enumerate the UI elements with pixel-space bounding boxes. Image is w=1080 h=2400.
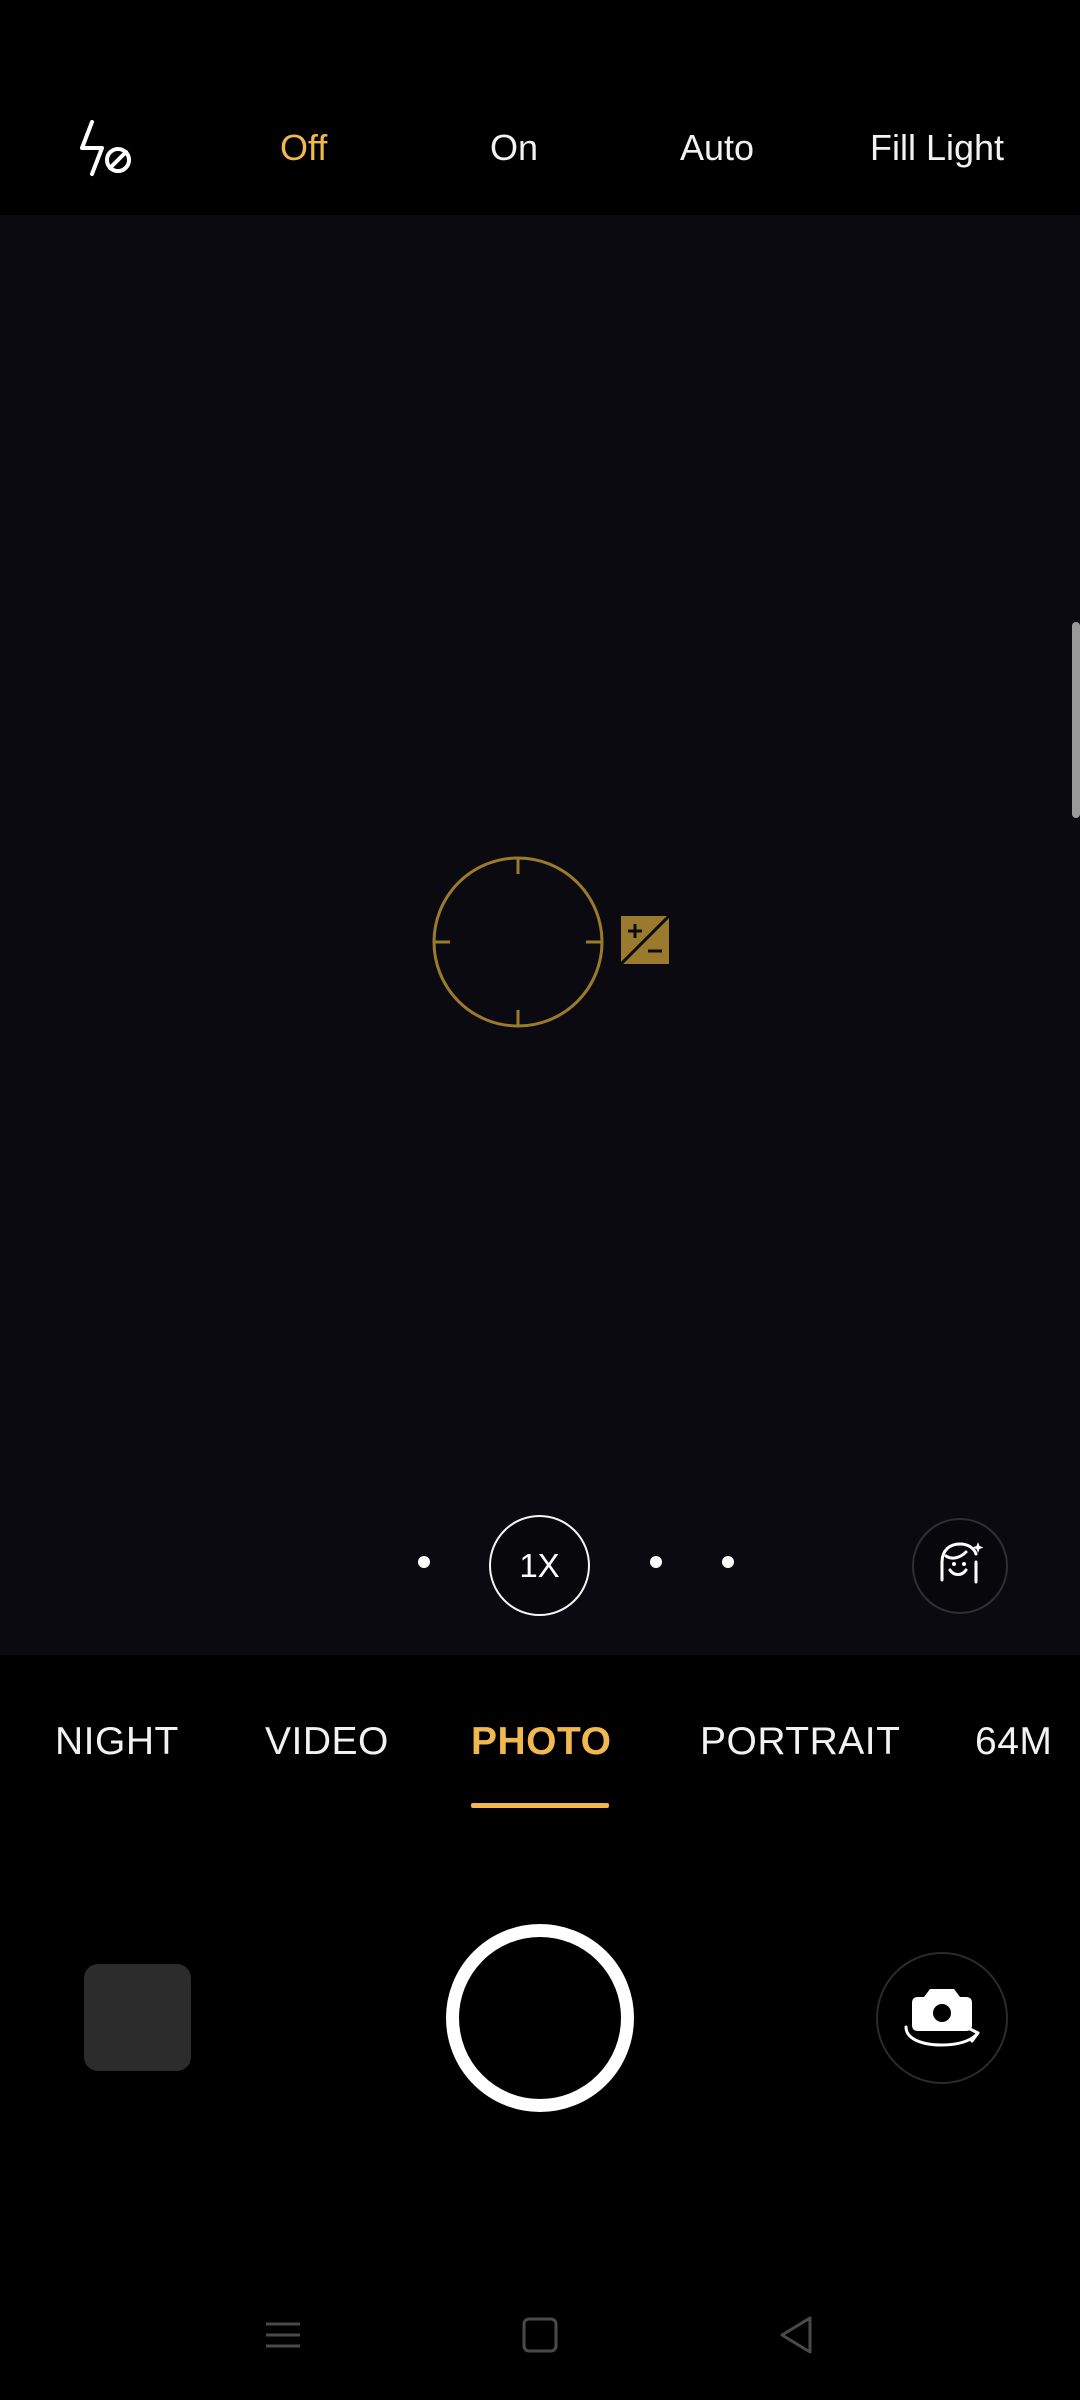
focus-ring-icon[interactable] (428, 852, 608, 1032)
flash-bar: Off On Auto Fill Light (0, 0, 1080, 215)
zoom-label: 1X (519, 1546, 560, 1584)
mode-video[interactable]: VIDEO (265, 1719, 389, 1765)
mode-64m[interactable]: 64M (975, 1719, 1055, 1765)
mode-night[interactable]: NIGHT (55, 1719, 179, 1765)
home-icon[interactable] (515, 2310, 565, 2360)
shutter-button[interactable] (446, 1924, 634, 2112)
zoom-button[interactable]: 1X (489, 1515, 590, 1616)
flash-option-fill-light[interactable]: Fill Light (870, 126, 1004, 170)
active-mode-indicator (471, 1803, 609, 1808)
switch-camera-button[interactable] (876, 1952, 1008, 2084)
mode-selector: NIGHT VIDEO PHOTO PORTRAIT 64M (0, 1655, 1080, 1808)
viewfinder[interactable]: 1X (0, 215, 1080, 1655)
zoom-dot-5x[interactable] (722, 1556, 734, 1568)
flash-option-on[interactable]: On (490, 126, 538, 170)
beauty-face-icon (932, 1536, 988, 1597)
mode-portrait[interactable]: PORTRAIT (700, 1719, 900, 1765)
mode-photo[interactable]: PHOTO (471, 1719, 611, 1765)
beauty-button[interactable] (912, 1518, 1008, 1614)
system-nav-bar (0, 2290, 1080, 2380)
zoom-dot-2x[interactable] (650, 1556, 662, 1568)
scroll-handle[interactable] (1072, 622, 1080, 818)
gallery-thumbnail[interactable] (84, 1964, 191, 2071)
zoom-dot-0-6x[interactable] (418, 1556, 430, 1568)
back-icon[interactable] (772, 2310, 822, 2360)
flash-option-auto[interactable]: Auto (680, 126, 754, 170)
camera-screen: Off On Auto Fill Light 1X NIGHT VIDEO PH… (0, 0, 1080, 2400)
menu-icon[interactable] (258, 2310, 308, 2360)
flash-option-off[interactable]: Off (280, 126, 327, 170)
flash-off-icon[interactable] (76, 118, 140, 182)
exposure-compensation-icon[interactable] (619, 914, 671, 966)
switch-camera-icon (900, 1981, 984, 2056)
